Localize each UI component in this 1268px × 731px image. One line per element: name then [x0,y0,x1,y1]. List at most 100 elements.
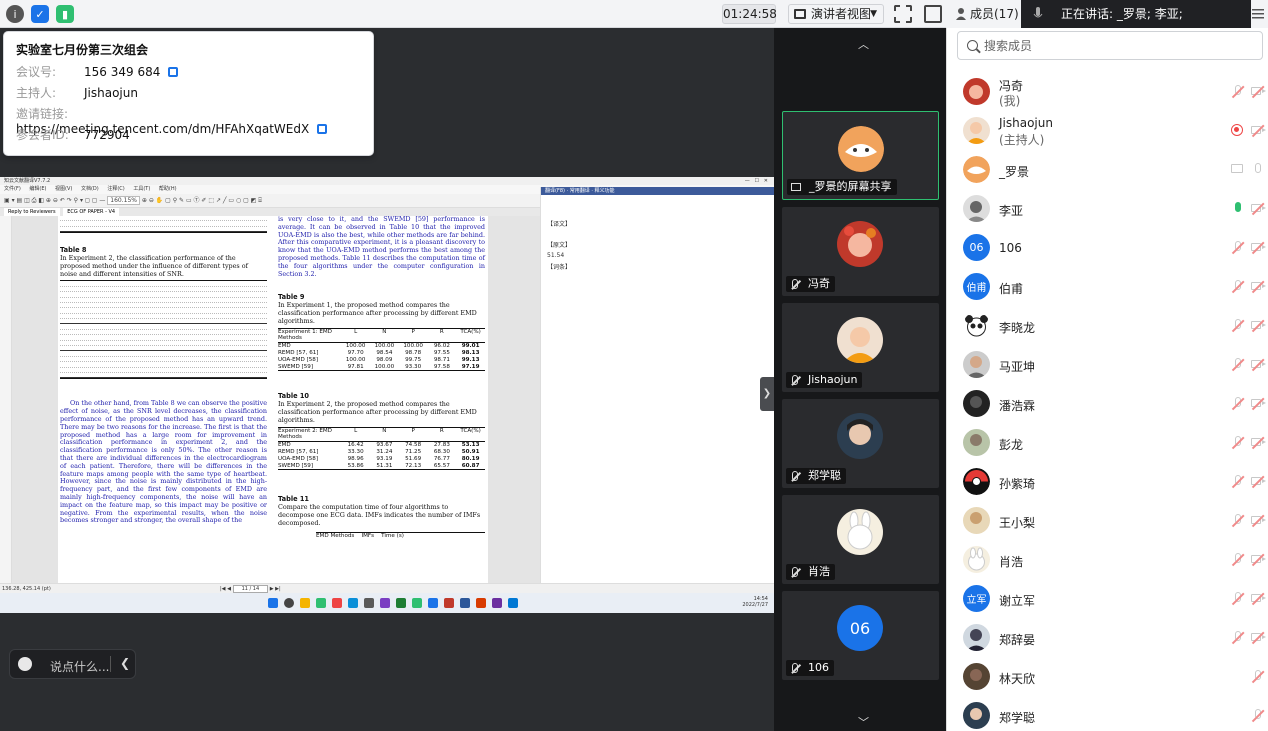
member-row[interactable]: 伯甫 伯甫 [947,267,1268,306]
members-tab[interactable]: 成员(17) [954,0,1019,28]
chevron-down-icon[interactable]: ﹀ [858,714,869,730]
chevron-up-icon[interactable]: ︿ [858,36,869,52]
video-tile[interactable]: 郑学聪 [782,399,939,488]
menu-item[interactable]: 工具(T) [133,186,150,192]
taskbar-app-icon[interactable] [348,598,358,608]
taskbar-app-icon[interactable] [492,598,502,608]
record-icon[interactable] [1231,124,1245,138]
video-tile[interactable]: 冯奇 [782,207,939,296]
info-icon[interactable]: i [6,5,24,23]
menu-icon[interactable] [1252,7,1264,21]
member-row[interactable]: 王小梨 [947,501,1268,540]
camera-off-icon[interactable] [1251,592,1266,606]
tab-ecg-paper[interactable]: ECG OF PAPER - V4 [63,208,120,216]
member-row[interactable]: Jishaojun (主持人) [947,111,1268,150]
member-row[interactable]: 潘浩霖 [947,384,1268,423]
member-row[interactable]: 郑辞晏 [947,618,1268,657]
taskbar-app-icon[interactable] [300,598,310,608]
menu-item[interactable]: 文件(F) [4,186,21,192]
menu-item[interactable]: 帮助(H) [159,186,177,192]
layout-icon[interactable] [924,5,942,23]
menu-item[interactable]: 注释(C) [107,186,124,192]
member-row[interactable]: 孙紫琦 [947,462,1268,501]
pdf-side-toolbar[interactable] [0,216,12,583]
chat-input-placeholder[interactable]: 说点什么... [50,658,109,675]
mic-muted-icon[interactable] [1231,280,1245,294]
member-search[interactable] [957,31,1263,60]
video-tile[interactable]: 06 106 [782,591,939,680]
mic-muted-icon[interactable] [1231,592,1245,606]
mic-muted-icon[interactable] [1231,397,1245,411]
member-row[interactable]: _罗景 [947,150,1268,189]
mic-muted-icon[interactable] [1251,670,1265,684]
presenter-view-button[interactable]: 演讲者视图 ▼ [788,4,884,24]
member-row[interactable]: 肖浩 [947,540,1268,579]
annotation-tools[interactable]: ⊕ ⊖ ✋ ▢ ⚲ ✎ ▭ Ⓣ ✐ ⬚ ↗ ╱ ▭ ○ ▢ ◩ ⌸ [142,197,262,204]
video-tile[interactable]: Jishaojun [782,303,939,392]
camera-off-icon[interactable] [1251,124,1266,138]
menu-item[interactable]: 编辑(E) [29,186,46,192]
translation-pane-header[interactable]: 翻译(F8) · 常用翻译 · 释义功能 [541,187,774,195]
camera-off-icon[interactable] [1251,631,1266,645]
mic-muted-icon[interactable] [1231,436,1245,450]
camera-off-icon[interactable] [1251,319,1266,333]
copy-icon[interactable] [168,67,179,77]
video-tile[interactable]: 肖浩 [782,495,939,584]
fullscreen-icon[interactable] [894,5,912,23]
mic-muted-icon[interactable] [1231,85,1245,99]
camera-off-icon[interactable] [1251,358,1266,372]
member-row[interactable]: 马亚坤 [947,345,1268,384]
member-search-input[interactable] [984,36,1254,56]
camera-off-icon[interactable] [1251,241,1266,255]
member-row[interactable]: 冯奇 (我) [947,72,1268,111]
video-tile[interactable]: _罗景的屏幕共享 [782,111,939,200]
taskbar-app-icon[interactable] [444,598,454,608]
search-icon[interactable] [284,598,294,608]
camera-off-icon[interactable] [1251,475,1266,489]
member-row[interactable]: 李晓龙 [947,306,1268,345]
member-row[interactable]: 李亚 [947,189,1268,228]
shield-icon[interactable]: ✓ [31,5,49,23]
mic-muted-icon[interactable] [1231,553,1245,567]
mic-muted-icon[interactable] [1231,514,1245,528]
mic-icon[interactable] [1251,163,1265,177]
camera-off-icon[interactable] [1251,436,1266,450]
mic-muted-icon[interactable] [1231,241,1245,255]
taskbar-app-icon[interactable] [316,598,326,608]
screen-share-icon[interactable] [1231,163,1245,177]
member-row[interactable]: 郑学聪 [947,696,1268,731]
collapse-video-handle[interactable]: ❯ [760,377,774,411]
camera-off-icon[interactable] [1251,85,1266,99]
copy-icon[interactable] [317,124,328,134]
taskbar-app-icon[interactable] [332,598,342,608]
camera-off-icon[interactable] [1251,553,1266,567]
taskbar-app-icon[interactable] [428,598,438,608]
camera-off-icon[interactable] [1251,397,1266,411]
mic-muted-icon[interactable] [1231,358,1245,372]
member-row[interactable]: 彭龙 [947,423,1268,462]
camera-off-icon[interactable] [1251,202,1266,216]
taskbar-app-icon[interactable] [380,598,390,608]
taskbar-app-icon[interactable] [460,598,470,608]
taskbar-app-icon[interactable] [364,598,374,608]
window-controls[interactable]: — ☐ ✕ [745,177,768,185]
taskbar-app-icon[interactable] [508,598,518,608]
member-row[interactable]: 06 106 [947,228,1268,267]
mic-active-icon[interactable] [1231,202,1245,216]
mic-muted-icon[interactable] [1231,319,1245,333]
camera-off-icon[interactable] [1251,514,1266,528]
windows-start-icon[interactable] [268,598,278,608]
mic-muted-icon[interactable] [1231,631,1245,645]
menu-item[interactable]: 视图(V) [55,186,72,192]
tab-reply-to-reviewers[interactable]: Reply to Reviewers [4,208,60,216]
chat-input-bar[interactable]: 说点什么... ❮ [9,649,136,679]
camera-off-icon[interactable] [1251,280,1266,294]
chevron-left-icon[interactable]: ❮ [120,656,130,670]
menu-item[interactable]: 文档(D) [81,186,99,192]
mic-muted-icon[interactable] [1231,475,1245,489]
member-row[interactable]: 立军 谢立军 [947,579,1268,618]
taskbar-app-icon[interactable] [396,598,406,608]
taskbar-app-icon[interactable] [476,598,486,608]
taskbar-app-icon[interactable] [412,598,422,608]
emoji-icon[interactable] [18,657,32,671]
